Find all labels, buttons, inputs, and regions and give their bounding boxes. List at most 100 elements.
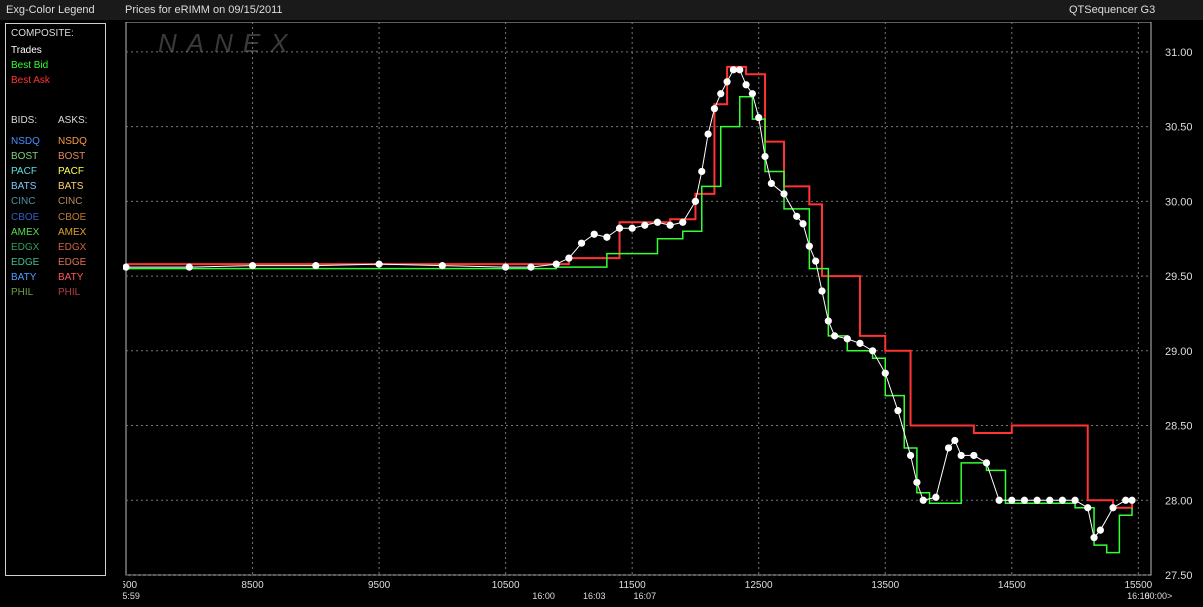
legend-row-edge: EDGE EDGE bbox=[11, 256, 106, 270]
trade-point bbox=[1046, 496, 1054, 504]
trade-point bbox=[552, 260, 560, 268]
x-time-label: 16:03 bbox=[583, 591, 606, 601]
bids-label: BIDS: bbox=[11, 115, 38, 126]
trade-point bbox=[736, 66, 744, 74]
trade-point bbox=[906, 451, 915, 460]
trade-point bbox=[717, 90, 725, 98]
ask-exchange-label: CINC bbox=[58, 196, 83, 208]
trade-point bbox=[919, 496, 927, 504]
x-tick-label: 12500 bbox=[745, 580, 773, 591]
trade-point bbox=[710, 105, 719, 113]
ask-exchange-label: PACF bbox=[58, 166, 84, 178]
y-tick-label: 30.50 bbox=[1165, 122, 1193, 134]
x-time-label: 16:07 bbox=[634, 591, 657, 601]
y-tick-label: 27.50 bbox=[1165, 570, 1193, 582]
title-bar: Exg-Color Legend Prices for eRIMM on 09/… bbox=[0, 0, 1203, 20]
x-tick-label: 15500 bbox=[1124, 580, 1152, 591]
legend-row-edgx: EDGX EDGX bbox=[11, 241, 106, 255]
trade-point bbox=[679, 218, 687, 226]
bid-exchange-label: CINC bbox=[11, 196, 36, 208]
trade-point bbox=[932, 493, 940, 501]
ask-exchange-label: PHIL bbox=[58, 287, 81, 298]
trade-point bbox=[666, 221, 674, 229]
trade-point bbox=[1128, 496, 1136, 504]
trade-point bbox=[248, 262, 257, 270]
trade-point bbox=[793, 212, 801, 220]
trade-point bbox=[1033, 496, 1041, 504]
bid-exchange-label: BATY bbox=[11, 271, 37, 283]
trade-point bbox=[438, 262, 446, 270]
trade-point bbox=[723, 78, 731, 86]
trade-point bbox=[831, 332, 839, 340]
plot-area bbox=[125, 22, 1152, 576]
y-tick-label: 29.00 bbox=[1165, 346, 1193, 358]
composite-best-bid: Best Bid bbox=[11, 60, 49, 71]
bid-exchange-label: EDGE bbox=[11, 256, 40, 268]
trade-point bbox=[843, 335, 851, 343]
trade-point bbox=[799, 220, 807, 228]
trade-point bbox=[913, 478, 921, 486]
x-time-label: 16:00 bbox=[532, 591, 555, 601]
trade-point bbox=[818, 287, 826, 295]
trade-point bbox=[729, 66, 738, 74]
ask-exchange-label: NSDQ bbox=[58, 136, 87, 147]
trade-point bbox=[894, 406, 902, 415]
trade-point bbox=[767, 179, 775, 188]
x-tick-label: 13500 bbox=[871, 580, 899, 591]
x-tick-label: 7500 bbox=[123, 580, 138, 591]
trade-point bbox=[603, 233, 611, 241]
trade-point bbox=[824, 317, 832, 325]
ask-exchange-label: EDGX bbox=[58, 241, 87, 253]
trade-point bbox=[704, 130, 712, 138]
ask-exchange-label: BOST bbox=[58, 151, 86, 163]
legend-title: Exg-Color Legend bbox=[6, 4, 95, 16]
trade-point bbox=[869, 347, 877, 355]
y-tick-label: 30.00 bbox=[1165, 196, 1193, 208]
legend-row-baty: BATY BATY bbox=[11, 271, 106, 285]
trade-point bbox=[812, 257, 820, 265]
y-tick-label: 29.50 bbox=[1165, 271, 1193, 283]
ask-exchange-label: EDGE bbox=[58, 256, 87, 268]
trade-point bbox=[565, 254, 573, 262]
composite-trades: Trades bbox=[11, 45, 42, 56]
legend-row-cboe: CBOE CBOE bbox=[11, 211, 106, 225]
exchange-color-legend: COMPOSITE: Trades Best Bid Best Ask BIDS: … bbox=[5, 23, 106, 576]
trade-point bbox=[1096, 526, 1104, 534]
bid-exchange-label: CBOE bbox=[11, 211, 40, 223]
x-tick-label: 9500 bbox=[368, 580, 391, 591]
trade-point bbox=[653, 218, 662, 226]
trade-point bbox=[742, 81, 750, 89]
trade-point bbox=[312, 262, 320, 270]
x-tick-label: 11500 bbox=[619, 580, 647, 591]
trade-point bbox=[1122, 496, 1130, 504]
composite-label: COMPOSITE: bbox=[11, 28, 74, 39]
trade-point bbox=[881, 369, 889, 377]
x-time-label: 00:00> bbox=[1144, 591, 1172, 601]
legend-row-amex: AMEX AMEX bbox=[11, 226, 106, 240]
y-tick-label: 31.00 bbox=[1165, 47, 1193, 59]
trade-point bbox=[856, 339, 864, 347]
trade-point bbox=[1090, 534, 1098, 542]
bid-exchange-label: PHIL bbox=[11, 287, 34, 298]
trade-point bbox=[185, 263, 193, 271]
trade-point bbox=[951, 436, 959, 445]
legend-row-cinc: CINC CINC bbox=[11, 195, 106, 209]
ask-exchange-label: BATS bbox=[58, 181, 84, 193]
composite-best-ask: Best Ask bbox=[11, 75, 50, 86]
trade-point bbox=[577, 239, 586, 247]
trade-point bbox=[527, 263, 535, 271]
trade-point bbox=[1071, 496, 1079, 504]
trade-point bbox=[944, 444, 953, 452]
bid-exchange-label: BATS bbox=[11, 181, 37, 193]
trade-point bbox=[761, 152, 769, 161]
legend-row-bats: BATS BATS bbox=[11, 180, 106, 194]
trade-point bbox=[970, 451, 978, 460]
trade-point bbox=[698, 167, 706, 176]
trade-point bbox=[1058, 496, 1067, 504]
trade-point bbox=[590, 230, 598, 238]
trade-point bbox=[1020, 496, 1029, 504]
trade-point bbox=[375, 260, 383, 268]
bid-exchange-label: PACF bbox=[11, 166, 37, 178]
x-tick-label: 8500 bbox=[241, 580, 264, 591]
ask-exchange-label: CBOE bbox=[58, 211, 87, 223]
